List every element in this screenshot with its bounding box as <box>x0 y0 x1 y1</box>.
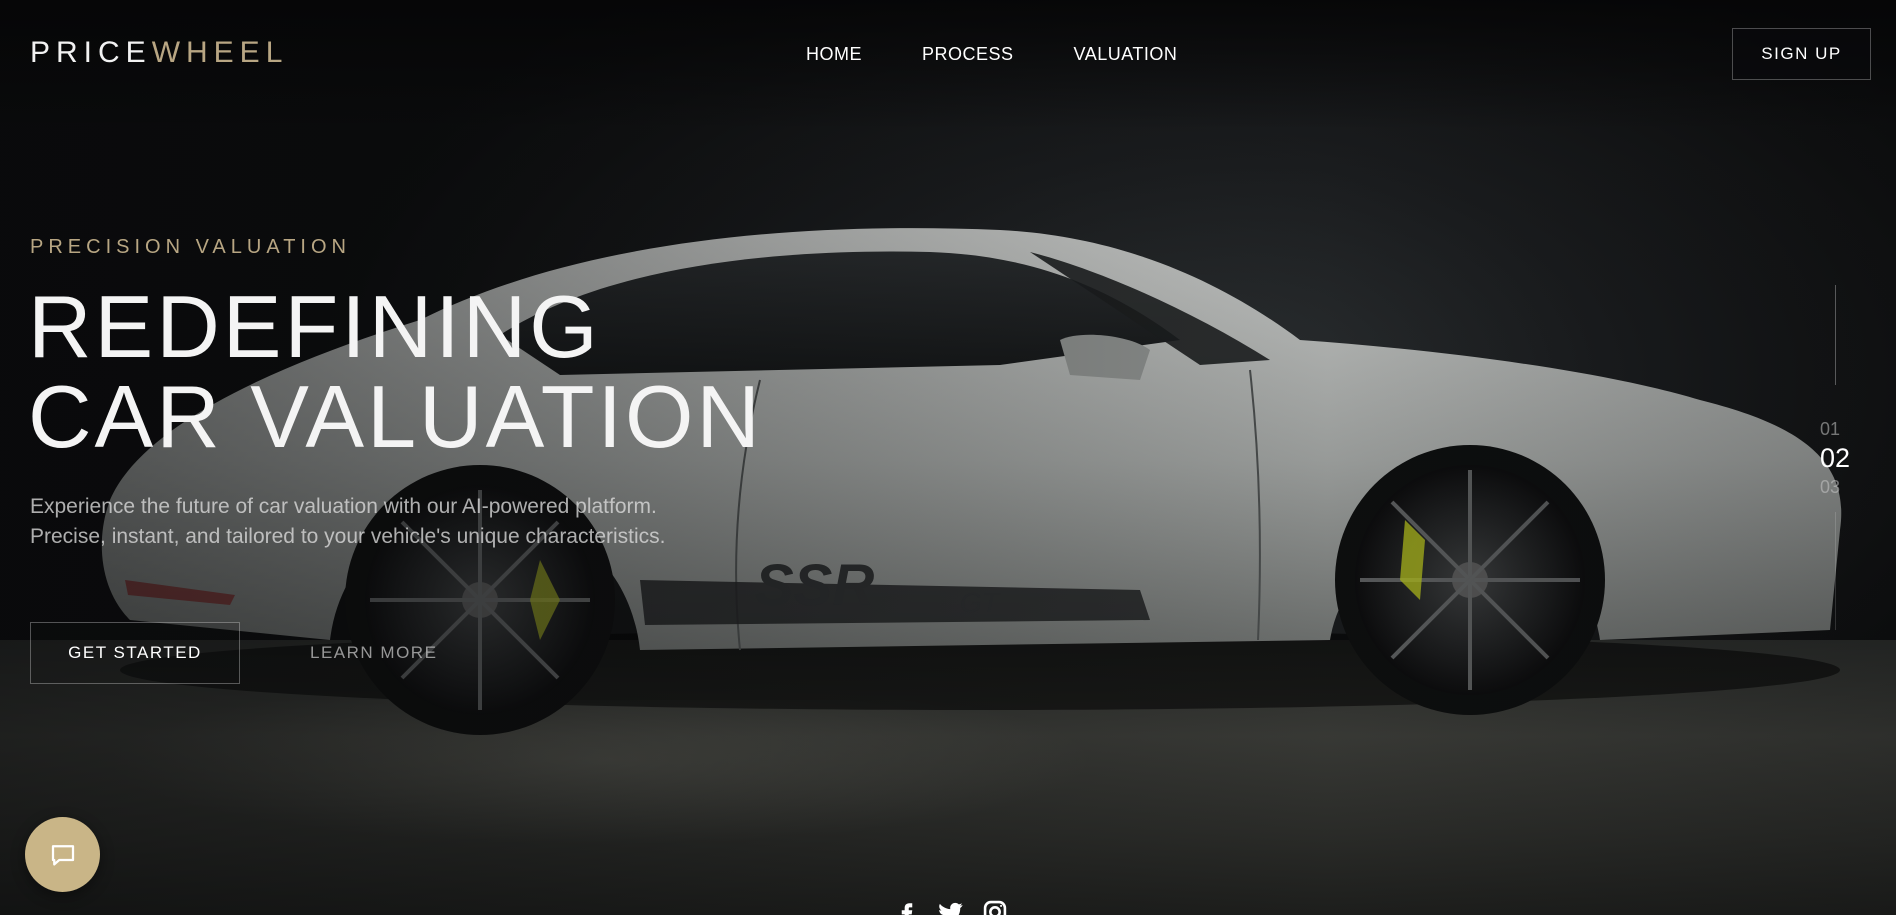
nav-valuation-link[interactable]: VALUATION <box>1074 44 1178 65</box>
site-header: PRICEWHEEL HOME PROCESS VALUATION SIGN U… <box>0 0 1896 108</box>
chat-button[interactable] <box>25 817 100 892</box>
learn-more-link[interactable]: LEARN MORE <box>310 643 437 663</box>
slide-indicator: 01 02 03 <box>1820 418 1850 498</box>
instagram-icon[interactable] <box>981 898 1009 915</box>
chat-bubble-icon <box>51 844 74 865</box>
brand-logo[interactable]: PRICEWHEEL <box>30 36 288 70</box>
signup-button[interactable]: SIGN UP <box>1732 28 1871 80</box>
headline-line-1: REDEFINING <box>28 277 601 376</box>
hero-eyebrow: PRECISION VALUATION <box>30 236 351 258</box>
facebook-icon[interactable] <box>893 898 921 915</box>
slide-1-indicator[interactable]: 01 <box>1820 418 1850 440</box>
headline-line-2: CAR VALUATION <box>28 367 763 466</box>
get-started-button[interactable]: GET STARTED <box>30 622 240 684</box>
slide-indicator-line-bottom <box>1835 512 1836 630</box>
slide-indicator-line-top <box>1835 285 1836 385</box>
slide-2-indicator[interactable]: 02 <box>1820 440 1850 476</box>
slide-3-indicator[interactable]: 03 <box>1820 476 1850 498</box>
hero-headline: REDEFINING CAR VALUATION <box>28 282 763 462</box>
twitter-icon[interactable] <box>937 898 965 915</box>
nav-process-link[interactable]: PROCESS <box>922 44 1014 65</box>
brand-name-part1: PRICE <box>30 36 152 69</box>
social-links <box>893 898 1009 915</box>
main-nav: HOME PROCESS VALUATION <box>806 44 1237 65</box>
hero-description: Experience the future of car valuation w… <box>30 495 666 548</box>
brand-name-part2: WHEEL <box>151 36 289 69</box>
nav-home-link[interactable]: HOME <box>806 44 862 65</box>
